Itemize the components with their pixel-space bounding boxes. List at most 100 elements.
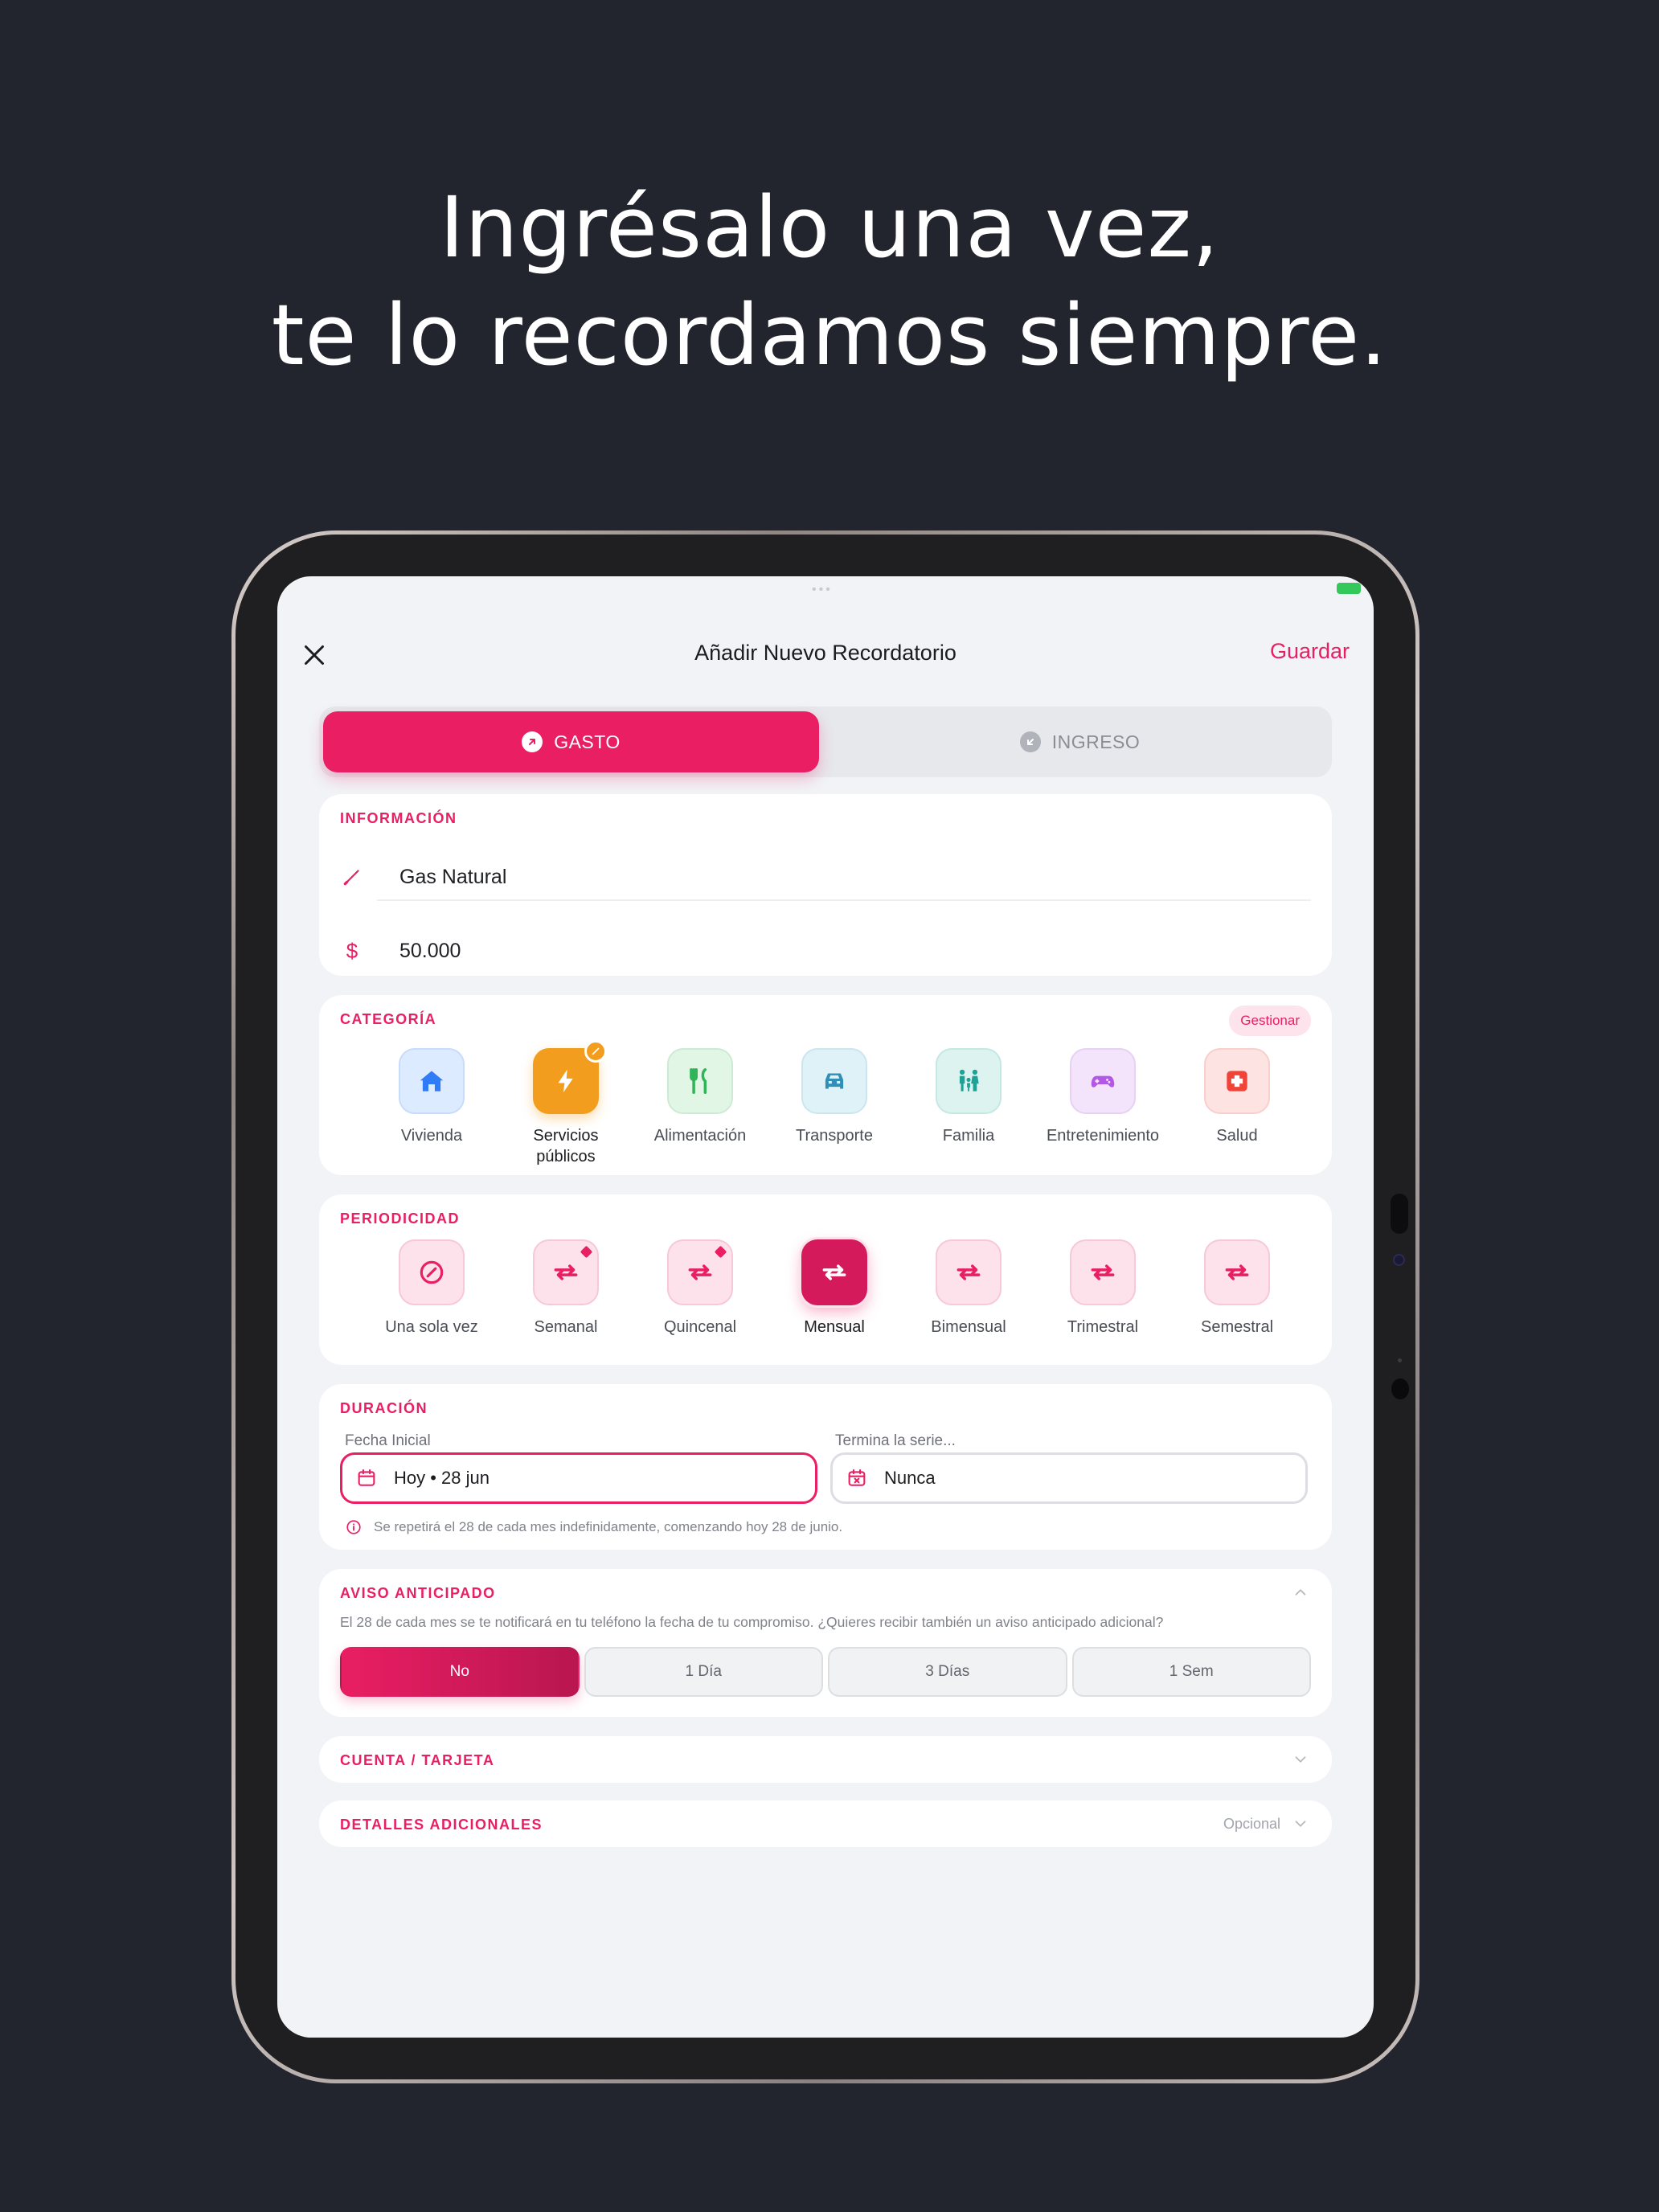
- pencil-icon: [340, 866, 364, 887]
- category-label: Alimentación: [653, 1127, 747, 1145]
- advance-notice-section-label: AVISO ANTICIPADO: [340, 1585, 496, 1601]
- repeat-icon: [667, 1239, 733, 1305]
- details-section-label: DETALLES ADICIONALES: [340, 1817, 543, 1833]
- periodicity-card: PERIODICIDAD Una sola vez Semanal Quince…: [319, 1194, 1332, 1365]
- period-label: Semestral: [1200, 1318, 1274, 1336]
- duration-hint-text: Se repetirá el 28 de cada mes indefinida…: [374, 1519, 843, 1534]
- period-trimestral[interactable]: Trimestral: [1047, 1239, 1159, 1337]
- notice-option-1-week[interactable]: 1 Sem: [1071, 1647, 1311, 1697]
- multitask-dots[interactable]: •••: [812, 583, 833, 597]
- periodicity-section-label: PERIODICIDAD: [340, 1210, 461, 1227]
- period-label: Quincenal: [663, 1318, 737, 1336]
- headline-line-1: Ingrésalo una vez,: [439, 178, 1220, 276]
- details-card[interactable]: DETALLES ADICIONALES Opcional: [319, 1800, 1332, 1847]
- advance-notice-options: No 1 Día 3 Días 1 Sem: [340, 1647, 1311, 1697]
- sensor-dot: [1398, 1358, 1402, 1362]
- end-date-label: Termina la serie...: [835, 1432, 956, 1449]
- name-value: Gas Natural: [399, 865, 507, 888]
- dollar-icon: $: [346, 938, 358, 963]
- repeat-icon: [533, 1239, 599, 1305]
- category-label: Transporte: [796, 1127, 873, 1145]
- name-field[interactable]: Gas Natural: [340, 849, 1311, 905]
- manage-categories-button[interactable]: Gestionar: [1229, 1006, 1311, 1036]
- info-section-label: INFORMACIÓN: [340, 810, 457, 826]
- period-quincenal[interactable]: Quincenal: [644, 1239, 756, 1337]
- period-label: Una sola vez: [385, 1318, 478, 1336]
- category-familia[interactable]: Familia: [912, 1048, 1025, 1146]
- form-content: GASTO INGRESO INFORMACIÓN Gas Natural $: [277, 707, 1374, 1847]
- app-screen: ••• Añadir Nuevo Recordatorio Guardar GA…: [277, 576, 1374, 2038]
- repeat-icon: [1204, 1239, 1270, 1305]
- income-label: INGRESO: [1051, 731, 1141, 752]
- arrow-down-left-icon: [1019, 731, 1041, 752]
- category-label: Servicios públicos: [533, 1125, 598, 1167]
- category-salud[interactable]: Salud: [1181, 1048, 1293, 1146]
- period-bimensual[interactable]: Bimensual: [912, 1239, 1025, 1337]
- medical-icon: [1204, 1048, 1270, 1114]
- category-entretenimiento[interactable]: Entretenimiento: [1047, 1048, 1159, 1146]
- end-date-field[interactable]: Nunca: [830, 1452, 1308, 1504]
- category-card: CATEGORÍA Gestionar Vivienda Servicios p…: [319, 995, 1332, 1175]
- headline-line-2: te lo recordamos siempre.: [271, 286, 1388, 384]
- bolt-icon: [533, 1040, 607, 1114]
- marker-icon: [580, 1245, 593, 1259]
- status-bar: •••: [277, 576, 1374, 602]
- category-label: Familia: [942, 1127, 995, 1145]
- period-label: Trimestral: [1067, 1318, 1139, 1336]
- category-section-label: CATEGORÍA: [340, 1011, 437, 1027]
- account-section-label: CUENTA / TARJETA: [340, 1752, 495, 1768]
- calendar-icon: [358, 1469, 375, 1486]
- start-date-field[interactable]: Hoy • 28 jun: [340, 1452, 817, 1504]
- selected-badge: [584, 1040, 607, 1063]
- period-label: Bimensual: [931, 1318, 1006, 1336]
- calendar-x-icon: [848, 1469, 866, 1486]
- divider: [377, 899, 1311, 901]
- period-semanal[interactable]: Semanal: [510, 1239, 622, 1337]
- chevron-up-icon[interactable]: [1292, 1583, 1309, 1601]
- headline: Ingrésalo una vez, te lo recordamos siem…: [0, 174, 1659, 389]
- category-alimentacion[interactable]: Alimentación: [644, 1048, 756, 1146]
- info-icon: [346, 1520, 361, 1534]
- chevron-down-icon: [1295, 1821, 1306, 1827]
- no-repeat-icon: [399, 1239, 465, 1305]
- battery-icon: [1337, 583, 1361, 594]
- category-servicios-publicos[interactable]: Servicios públicos: [510, 1040, 622, 1167]
- income-tab[interactable]: INGRESO: [832, 711, 1328, 772]
- advance-notice-card: AVISO ANTICIPADO El 28 de cada mes se te…: [319, 1569, 1332, 1717]
- repeat-icon: [801, 1239, 867, 1305]
- save-button[interactable]: Guardar: [1270, 639, 1350, 664]
- period-una-sola-vez[interactable]: Una sola vez: [375, 1239, 488, 1337]
- notice-option-1-day[interactable]: 1 Día: [584, 1647, 823, 1697]
- category-transporte[interactable]: Transporte: [778, 1048, 891, 1146]
- expense-label: GASTO: [554, 731, 621, 752]
- period-label: Mensual: [804, 1318, 865, 1336]
- page-title: Añadir Nuevo Recordatorio: [694, 641, 956, 665]
- home-icon: [399, 1048, 465, 1114]
- family-icon: [936, 1048, 1002, 1114]
- info-card: INFORMACIÓN Gas Natural $ 50.000: [319, 794, 1332, 976]
- period-semestral[interactable]: Semestral: [1181, 1239, 1293, 1337]
- repeat-icon: [1070, 1239, 1136, 1305]
- camera-dot: [1393, 1254, 1405, 1266]
- period-label: Semanal: [534, 1318, 598, 1336]
- type-toggle: GASTO INGRESO: [319, 707, 1332, 777]
- repeat-icon: [936, 1239, 1002, 1305]
- category-label-line: Servicios: [533, 1127, 599, 1145]
- expense-tab[interactable]: GASTO: [323, 711, 819, 772]
- duration-hint: Se repetirá el 28 de cada mes indefinida…: [345, 1518, 842, 1536]
- amount-field[interactable]: $ 50.000: [340, 923, 1311, 979]
- category-label: Vivienda: [400, 1127, 463, 1145]
- category-vivienda[interactable]: Vivienda: [375, 1048, 488, 1146]
- gamepad-icon: [1070, 1048, 1136, 1114]
- start-date-value: Hoy • 28 jun: [394, 1468, 490, 1488]
- pencil-icon: [592, 1047, 600, 1055]
- marker-icon: [714, 1245, 727, 1259]
- nav-bar: Añadir Nuevo Recordatorio Guardar: [277, 602, 1374, 707]
- notice-option-no[interactable]: No: [340, 1647, 580, 1697]
- amount-value: 50.000: [399, 939, 461, 962]
- account-card[interactable]: CUENTA / TARJETA: [319, 1736, 1332, 1783]
- duration-section-label: DURACIÓN: [340, 1400, 428, 1416]
- notice-option-3-days[interactable]: 3 Días: [828, 1647, 1067, 1697]
- category-label: Entretenimiento: [1046, 1127, 1160, 1145]
- period-mensual[interactable]: Mensual: [778, 1239, 891, 1337]
